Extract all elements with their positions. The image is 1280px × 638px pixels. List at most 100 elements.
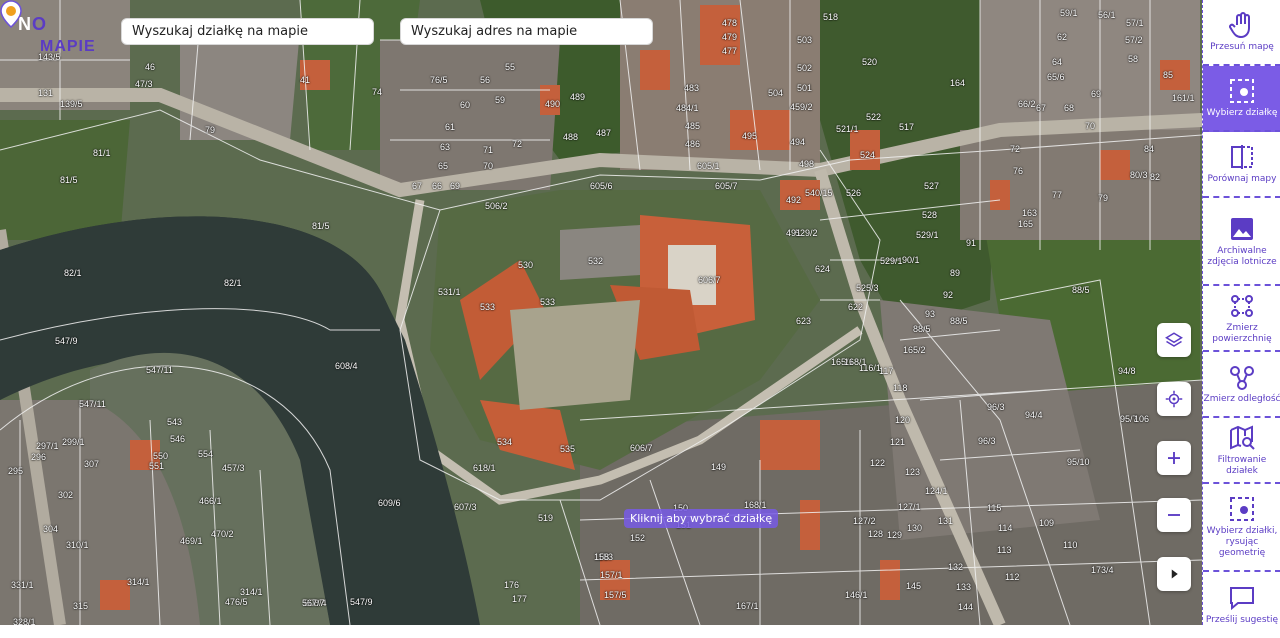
logo-text-mapie: MAPIE (40, 38, 96, 55)
tool-send-feedback[interactable]: Prześlij sugestię (1203, 572, 1280, 638)
parcel-number-label: 85 (1163, 70, 1174, 80)
parcel-number-label: 146/1 (845, 590, 868, 600)
parcel-number-label: 502 (797, 63, 813, 73)
parcel-number-label: 145 (906, 581, 922, 591)
parcel-number-label: 484/1 (676, 103, 699, 113)
parcel-number-label: 89 (950, 268, 961, 278)
tool-measure-distance[interactable]: Zmierz odległość (1203, 352, 1280, 418)
parcel-number-label: 470/2 (211, 529, 234, 539)
parcel-number-label: 82/1 (224, 278, 242, 288)
parcel-number-label: 517 (899, 122, 915, 132)
parcel-number-label: 88/5 (950, 316, 968, 326)
tool-feedback-label: Prześlij sugestię (1205, 615, 1279, 625)
parcel-number-label: 522 (866, 112, 882, 122)
parcel-number-label: 118 (893, 383, 908, 393)
parcel-number-label: 491 (786, 228, 802, 238)
minus-icon (1168, 514, 1180, 516)
parcel-number-label: 164 (950, 78, 966, 88)
parcel-number-label: 607/3 (454, 502, 477, 512)
tool-archive-photos[interactable]: Archiwalne zdjęcia lotnicze (1203, 198, 1280, 286)
parcel-number-label: 533 (540, 297, 556, 307)
expand-panel-button[interactable] (1157, 557, 1191, 591)
parcel-number-label: 110 (1063, 540, 1078, 550)
parcel-number-label: 307 (84, 459, 100, 469)
parcel-number-label: 84 (1144, 144, 1155, 154)
measure-distance-icon (1230, 366, 1254, 390)
parcel-number-label: 58 (1128, 54, 1139, 64)
parcel-number-label: 530 (518, 260, 534, 270)
parcel-number-label: 120 (895, 415, 911, 425)
parcel-number-label: 56/1 (1098, 10, 1116, 20)
parcel-number-label: 92 (943, 290, 954, 300)
select-parcel-icon (1230, 79, 1254, 103)
parcel-number-label: 47/3 (135, 79, 153, 89)
parcel-search-input[interactable]: Wyszukaj działkę na mapie (121, 18, 374, 45)
app-logo[interactable]: NO MAPIE (18, 14, 96, 56)
parcel-number-label: 606/7 (698, 275, 721, 285)
parcel-number-label: 122 (870, 458, 886, 468)
parcel-number-label: 74 (372, 87, 383, 97)
parcel-number-label: 547/11 (146, 365, 173, 375)
parcel-number-label: 59 (495, 95, 506, 105)
parcel-number-label: 459/2 (790, 102, 813, 112)
zoom-in-button[interactable] (1157, 441, 1191, 475)
parcel-number-label: 128 (868, 529, 884, 539)
map-canvas[interactable]: 131 143/5 139/5 81/1 81/5 47/3 46 41 74 79 76/5 56 5… (0, 0, 1202, 625)
parcel-number-label: 79 (205, 125, 216, 135)
tool-draw-select[interactable]: Wybierz działki, rysując geometrię (1203, 484, 1280, 572)
parcel-number-label: 82/1 (64, 268, 82, 278)
tool-pan[interactable]: Przesuń mapę (1203, 0, 1280, 66)
parcel-number-label: 543 (167, 417, 183, 427)
parcel-number-label: 609/6 (378, 498, 401, 508)
parcel-number-label: 299/1 (62, 437, 85, 447)
tool-measure-area[interactable]: Zmierz powierzchnię (1203, 286, 1280, 352)
parcel-number-label: 95/10 (1067, 457, 1090, 467)
parcel-number-label: 547/11 (79, 399, 106, 409)
tool-archive-label: Archiwalne zdjęcia lotnicze (1207, 245, 1277, 267)
parcel-number-label: 131 (938, 516, 954, 526)
parcel-number-label: 81/1 (93, 148, 111, 158)
parcel-number-label: 623 (796, 316, 812, 326)
address-search-input[interactable]: Wyszukaj adres na mapie (400, 18, 653, 45)
parcel-number-label: 66/2 (1018, 99, 1036, 109)
parcel-number-label: 506/2 (485, 201, 508, 211)
parcel-number-label: 477 (722, 46, 738, 56)
parcel-number-label: 91 (966, 238, 977, 248)
image-icon (1231, 217, 1253, 240)
parcel-number-label: 76 (1013, 166, 1024, 176)
parcel-number-label: 605/7 (715, 181, 738, 191)
parcel-number-label: 314/1 (127, 577, 150, 587)
parcel-number-label: 69 (450, 181, 461, 191)
address-search-placeholder: Wyszukaj adres na mapie (411, 24, 578, 39)
crosshair-icon (1165, 390, 1183, 408)
parcel-number-label: 177 (512, 594, 528, 604)
parcel-number-label: 121 (890, 437, 906, 447)
parcel-number-label: 57/2 (1125, 35, 1143, 45)
parcel-number-label: 297/1 (36, 441, 59, 451)
parcel-number-label: 127/2 (853, 516, 876, 526)
parcel-number-label: 64 (1052, 57, 1063, 67)
parcel-number-label: 131 (38, 88, 54, 98)
tool-draw-select-label: Wybierz działki, rysując geometrię (1206, 526, 1278, 558)
parcel-number-label: 161/1 (1172, 93, 1195, 103)
tool-select-parcel-label: Wybierz działkę (1206, 108, 1278, 118)
layers-button[interactable] (1157, 323, 1191, 357)
parcel-number-label: 504 (768, 88, 784, 98)
parcel-number-label: 94/4 (1025, 410, 1043, 420)
parcel-number-label: 608/4 (335, 361, 358, 371)
zoom-out-button[interactable] (1157, 498, 1191, 532)
parcel-number-label: 296 (31, 452, 47, 462)
parcel-number-label: 139/5 (60, 99, 83, 109)
parcel-number-label: 157/1 (600, 570, 623, 580)
parcel-number-label: 63 (440, 142, 451, 152)
tool-select-parcel[interactable]: Wybierz działkę (1203, 66, 1280, 132)
parcel-number-label: 466/1 (199, 496, 222, 506)
parcel-number-label: 498 (799, 159, 815, 169)
parcel-number-label: 72 (512, 139, 523, 149)
locate-me-button[interactable] (1157, 382, 1191, 416)
tool-compare-maps[interactable]: Porównaj mapy (1203, 132, 1280, 198)
tool-filter-parcels[interactable]: Filtrowanie działek (1203, 418, 1280, 484)
plus-icon (1168, 452, 1180, 464)
parcel-number-label: 133 (956, 582, 972, 592)
parcel-number-label: 115 (987, 503, 1002, 513)
